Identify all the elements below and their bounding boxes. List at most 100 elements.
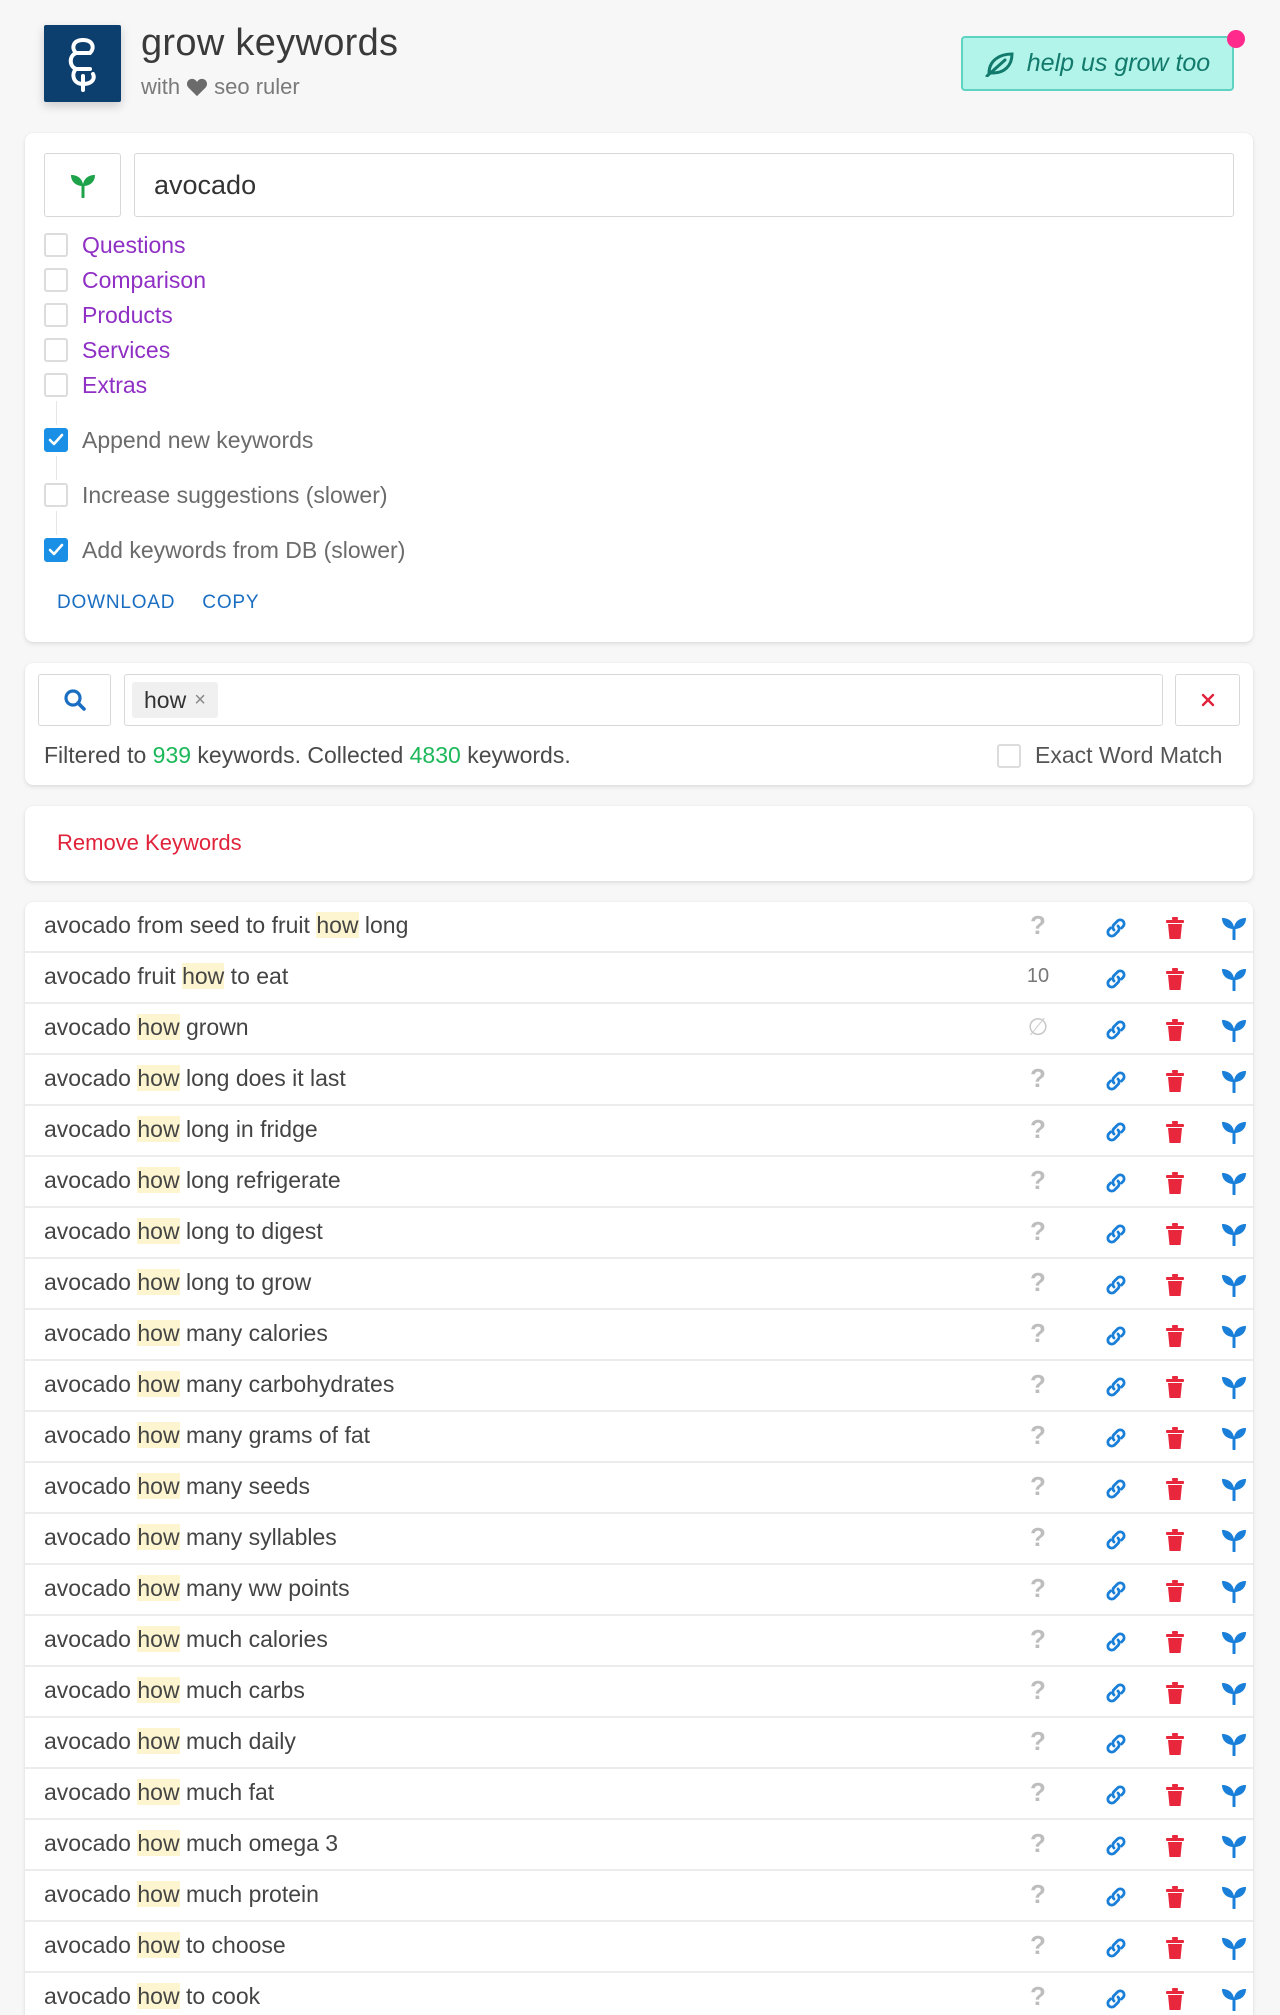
link-icon[interactable] (1102, 965, 1130, 993)
trash-icon[interactable] (1161, 1424, 1189, 1452)
sprout-icon[interactable] (1220, 1832, 1248, 1860)
search-volume[interactable]: ? (1024, 1828, 1052, 1859)
trash-icon[interactable] (1161, 1934, 1189, 1962)
sprout-icon[interactable] (1220, 1730, 1248, 1758)
sprout-icon[interactable] (1220, 1220, 1248, 1248)
link-icon[interactable] (1102, 1271, 1130, 1299)
trash-icon[interactable] (1161, 1322, 1189, 1350)
checkbox[interactable] (44, 268, 68, 292)
sprout-icon[interactable] (1220, 914, 1248, 942)
search-volume[interactable]: ? (1024, 1420, 1052, 1451)
sprout-icon[interactable] (1220, 1781, 1248, 1809)
trash-icon[interactable] (1161, 1883, 1189, 1911)
seed-keyword-input[interactable]: avocado (134, 153, 1234, 217)
search-volume[interactable]: 10 (1024, 965, 1052, 988)
option-extras[interactable]: Extras (44, 370, 147, 400)
option-comparison[interactable]: Comparison (44, 265, 206, 295)
trash-icon[interactable] (1161, 1985, 1189, 2013)
trash-icon[interactable] (1161, 1271, 1189, 1299)
link-icon[interactable] (1102, 1526, 1130, 1554)
remove-keywords-button[interactable]: Remove Keywords (57, 830, 242, 856)
trash-icon[interactable] (1161, 1832, 1189, 1860)
link-icon[interactable] (1102, 1577, 1130, 1605)
sprout-icon[interactable] (1220, 1373, 1248, 1401)
trash-icon[interactable] (1161, 1730, 1189, 1758)
remove-tag-icon[interactable]: × (194, 689, 206, 712)
search-volume[interactable]: ? (1024, 1216, 1052, 1247)
search-volume[interactable]: ? (1024, 1369, 1052, 1400)
search-volume[interactable]: ? (1024, 1930, 1052, 1961)
sprout-icon[interactable] (1220, 1271, 1248, 1299)
trash-icon[interactable] (1161, 1067, 1189, 1095)
link-icon[interactable] (1102, 914, 1130, 942)
sprout-icon[interactable] (1220, 1424, 1248, 1452)
link-icon[interactable] (1102, 1169, 1130, 1197)
trash-icon[interactable] (1161, 1577, 1189, 1605)
sprout-icon[interactable] (1220, 1883, 1248, 1911)
link-icon[interactable] (1102, 1730, 1130, 1758)
help-us-grow-button[interactable]: help us grow too (961, 36, 1234, 91)
search-volume[interactable]: ? (1024, 1165, 1052, 1196)
sprout-icon[interactable] (1220, 1526, 1248, 1554)
filter-search-button[interactable] (38, 674, 111, 726)
link-icon[interactable] (1102, 1475, 1130, 1503)
trash-icon[interactable] (1161, 1526, 1189, 1554)
link-icon[interactable] (1102, 1628, 1130, 1656)
trash-icon[interactable] (1161, 1373, 1189, 1401)
download-link[interactable]: DOWNLOAD (57, 592, 175, 614)
trash-icon[interactable] (1161, 1679, 1189, 1707)
exact-word-match-option[interactable]: Exact Word Match (997, 742, 1222, 769)
trash-icon[interactable] (1161, 914, 1189, 942)
trash-icon[interactable] (1161, 1628, 1189, 1656)
link-icon[interactable] (1102, 1220, 1130, 1248)
link-icon[interactable] (1102, 1118, 1130, 1146)
option-products[interactable]: Products (44, 300, 173, 330)
link-icon[interactable] (1102, 1934, 1130, 1962)
clear-filter-button[interactable] (1175, 674, 1240, 726)
search-volume[interactable]: ? (1024, 1318, 1052, 1349)
trash-icon[interactable] (1161, 1118, 1189, 1146)
trash-icon[interactable] (1161, 1169, 1189, 1197)
search-volume[interactable]: ? (1024, 1573, 1052, 1604)
copy-link[interactable]: COPY (202, 592, 259, 614)
checkbox[interactable] (44, 338, 68, 362)
option-increase-suggestions[interactable]: Increase suggestions (slower) (44, 480, 388, 510)
sprout-icon[interactable] (1220, 1985, 1248, 2013)
sprout-icon[interactable] (1220, 1475, 1248, 1503)
sprout-icon[interactable] (1220, 1679, 1248, 1707)
search-volume[interactable]: ? (1024, 1267, 1052, 1298)
search-volume[interactable]: ? (1024, 1981, 1052, 2012)
filter-input[interactable]: how × (124, 674, 1163, 726)
trash-icon[interactable] (1161, 1016, 1189, 1044)
option-services[interactable]: Services (44, 335, 170, 365)
checkbox[interactable] (44, 303, 68, 327)
link-icon[interactable] (1102, 1832, 1130, 1860)
search-volume[interactable]: ? (1024, 1726, 1052, 1757)
sprout-icon[interactable] (1220, 1016, 1248, 1044)
trash-icon[interactable] (1161, 1475, 1189, 1503)
link-icon[interactable] (1102, 1322, 1130, 1350)
sprout-icon[interactable] (1220, 1118, 1248, 1146)
trash-icon[interactable] (1161, 965, 1189, 993)
link-icon[interactable] (1102, 1424, 1130, 1452)
link-icon[interactable] (1102, 1016, 1130, 1044)
search-volume[interactable]: ? (1024, 1063, 1052, 1094)
link-icon[interactable] (1102, 1883, 1130, 1911)
sprout-icon[interactable] (1220, 965, 1248, 993)
checkbox[interactable] (997, 743, 1021, 768)
search-volume[interactable]: ? (1024, 1471, 1052, 1502)
sprout-icon[interactable] (1220, 1577, 1248, 1605)
link-icon[interactable] (1102, 1679, 1130, 1707)
checkbox[interactable] (44, 483, 68, 507)
checkbox-checked[interactable] (44, 428, 68, 452)
search-volume[interactable]: ? (1024, 1522, 1052, 1553)
link-icon[interactable] (1102, 1781, 1130, 1809)
sprout-icon[interactable] (1220, 1067, 1248, 1095)
trash-icon[interactable] (1161, 1781, 1189, 1809)
search-volume[interactable]: ? (1024, 1114, 1052, 1145)
link-icon[interactable] (1102, 1985, 1130, 2013)
checkbox[interactable] (44, 373, 68, 397)
option-append-new-keywords[interactable]: Append new keywords (44, 425, 313, 455)
link-icon[interactable] (1102, 1373, 1130, 1401)
search-volume[interactable]: ? (1024, 910, 1052, 941)
